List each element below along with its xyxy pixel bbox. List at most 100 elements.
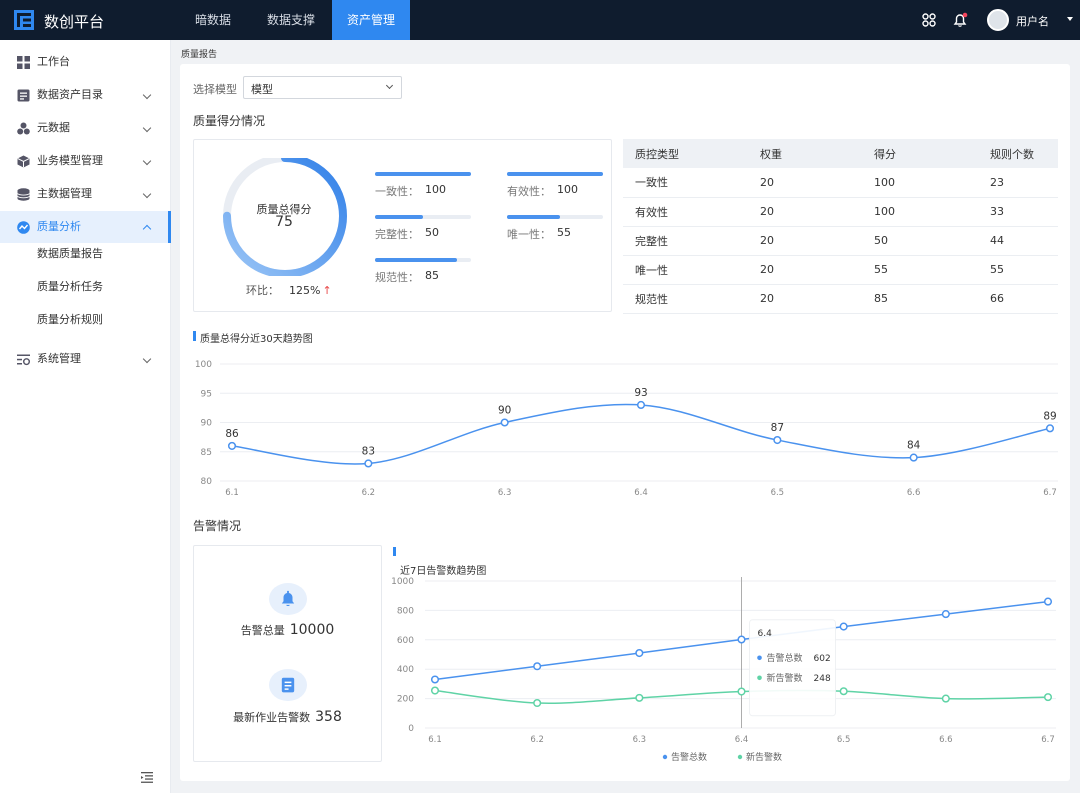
x-tick-label: 6.1 (428, 735, 442, 745)
y-tick-label: 800 (397, 606, 414, 616)
user-name[interactable]: 用户名 (1016, 13, 1049, 29)
sidebar-item-2[interactable]: 元数据 (0, 112, 171, 144)
data-point[interactable] (1043, 597, 1053, 606)
score-section-title: 质量得分情况 (193, 114, 266, 128)
metric-value: 100 (425, 183, 446, 196)
sidebar-item-6[interactable]: 系统管理 (0, 343, 171, 375)
data-label: 84 (907, 440, 921, 452)
table-cell: 23 (990, 168, 1058, 198)
sidebar-item-label: 元数据 (37, 121, 70, 134)
table-cell: 85 (874, 284, 990, 314)
data-point[interactable] (773, 436, 782, 445)
bell-icon[interactable] (952, 12, 968, 28)
data-label: 89 (1043, 410, 1056, 422)
data-point[interactable] (1043, 693, 1053, 702)
app-title: 数创平台 (44, 13, 105, 31)
x-tick-label: 6.7 (1043, 488, 1057, 498)
alarm-latest-label: 最新作业告警数 (233, 711, 311, 724)
top-nav: 暗数据 数据支撑 资产管理 (180, 0, 422, 40)
dashboard-icon (17, 56, 30, 69)
data-point[interactable] (430, 675, 440, 684)
sidebar-item-label: 工作台 (37, 55, 70, 68)
nav-item-2[interactable]: 资产管理 (332, 0, 410, 40)
data-point[interactable] (364, 459, 373, 468)
legend-marker (662, 754, 668, 760)
data-point[interactable] (941, 694, 950, 703)
sidebar-item-5[interactable]: 质量分析 (0, 211, 171, 243)
avatar[interactable] (987, 9, 1009, 31)
x-tick-label: 6.5 (771, 488, 785, 498)
data-point[interactable] (737, 635, 746, 644)
sidebar-item-3[interactable]: 业务模型管理 (0, 145, 171, 177)
legend-label[interactable]: 新告警数 (746, 751, 782, 763)
data-point[interactable] (430, 686, 440, 695)
chevron-down-icon (142, 123, 152, 133)
table-cell: 100 (874, 197, 990, 227)
data-point[interactable] (635, 648, 644, 658)
data-point[interactable] (636, 400, 646, 410)
chart-legend: 告警总数 新告警数 (662, 751, 782, 763)
ratio-label: 环比： (246, 284, 279, 297)
data-point[interactable] (1045, 424, 1055, 433)
data-point[interactable] (909, 453, 918, 462)
data-point[interactable] (941, 610, 950, 619)
data-point[interactable] (533, 662, 542, 671)
table-cell: 50 (874, 226, 990, 256)
data-point[interactable] (635, 693, 644, 702)
model-select[interactable]: 模型 (243, 76, 402, 99)
metric-fill (507, 215, 560, 219)
data-point[interactable] (500, 418, 509, 427)
collapse-menu-icon[interactable] (141, 772, 153, 783)
data-point[interactable] (737, 687, 746, 696)
table-cell: 完整性 (623, 226, 760, 256)
chevron-down-icon (142, 189, 152, 199)
tooltip-label: 告警总数 (767, 652, 803, 664)
metric-track (507, 215, 603, 219)
nav-item-0[interactable]: 暗数据 (180, 0, 246, 40)
data-label: 87 (771, 422, 784, 434)
metric-track (375, 172, 471, 176)
sidebar-subitem-0[interactable]: 数据质量报告 (37, 244, 103, 264)
data-point[interactable] (839, 687, 848, 696)
metric-name: 规范性： (375, 271, 419, 284)
series-line (231, 403, 1051, 465)
sidebar-item-label: 业务模型管理 (37, 154, 103, 167)
arrow-up-icon: ↑ (322, 284, 332, 297)
metric-track (507, 172, 603, 176)
model-select-value: 模型 (251, 83, 273, 96)
legend-marker (737, 754, 743, 760)
caret-down-icon[interactable] (1067, 17, 1073, 21)
y-tick-label: 400 (397, 665, 414, 675)
sidebar-item-4[interactable]: 主数据管理 (0, 178, 171, 210)
apps-icon[interactable] (922, 13, 936, 27)
data-point[interactable] (839, 622, 848, 631)
x-tick-label: 6.2 (530, 735, 544, 745)
sidebar-subitem-1[interactable]: 质量分析任务 (37, 277, 103, 297)
y-tick-label: 80 (201, 477, 213, 487)
x-tick-label: 6.5 (837, 735, 851, 745)
sidebar-item-label: 系统管理 (37, 352, 81, 365)
x-tick-label: 6.3 (498, 488, 512, 498)
sidebar-item-1[interactable]: 数据资产目录 (0, 79, 171, 111)
table-row: 有效性 20 100 33 (623, 197, 1058, 227)
chevron-up-icon (142, 224, 152, 234)
table-cell: 55 (990, 255, 1058, 285)
metric-value: 85 (425, 269, 439, 282)
breadcrumb[interactable]: 质量报告 (181, 47, 217, 60)
legend-label[interactable]: 告警总数 (671, 751, 707, 763)
table-row: 完整性 20 50 44 (623, 226, 1058, 256)
nav-item-1[interactable]: 数据支撑 (258, 0, 324, 40)
data-point[interactable] (533, 698, 542, 708)
title-bar-accent (193, 331, 196, 341)
table-cell: 20 (760, 168, 874, 198)
sidebar-subitem-2[interactable]: 质量分析规则 (37, 310, 103, 330)
data-point[interactable] (227, 441, 237, 450)
alarm-total-icon-bg (269, 583, 307, 615)
bell-icon (281, 590, 295, 607)
metric-fill (507, 172, 603, 176)
y-tick-label: 0 (408, 724, 414, 734)
ratio-value: 125% (289, 284, 321, 297)
alarm-latest: 最新作业告警数 358 (193, 709, 382, 725)
model-select-label: 选择模型 (193, 83, 237, 96)
sidebar-item-0[interactable]: 工作台 (0, 46, 171, 78)
